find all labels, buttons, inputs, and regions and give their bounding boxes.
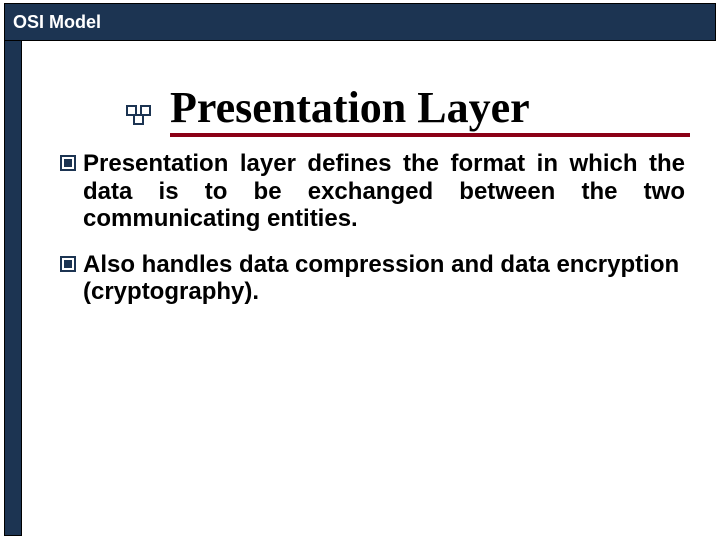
- slide-title-block: Presentation Layer: [170, 85, 690, 137]
- title-decoration-icon: [126, 105, 166, 135]
- header-title: OSI Model: [13, 12, 101, 33]
- slide: OSI Model Presentation Layer Presentatio…: [0, 0, 720, 540]
- left-vertical-bar: [4, 41, 22, 536]
- bullet-icon: [60, 256, 77, 273]
- bullet-text: Also handles data compression and data e…: [83, 251, 685, 306]
- slide-title: Presentation Layer: [170, 85, 690, 131]
- bullet-text: Presentation layer defines the format in…: [83, 150, 685, 233]
- title-underline: [170, 133, 690, 137]
- header-bar: OSI Model: [4, 3, 716, 41]
- slide-body: Presentation layer defines the format in…: [60, 150, 685, 324]
- list-item: Also handles data compression and data e…: [60, 251, 685, 306]
- list-item: Presentation layer defines the format in…: [60, 150, 685, 233]
- bullet-icon: [60, 155, 77, 172]
